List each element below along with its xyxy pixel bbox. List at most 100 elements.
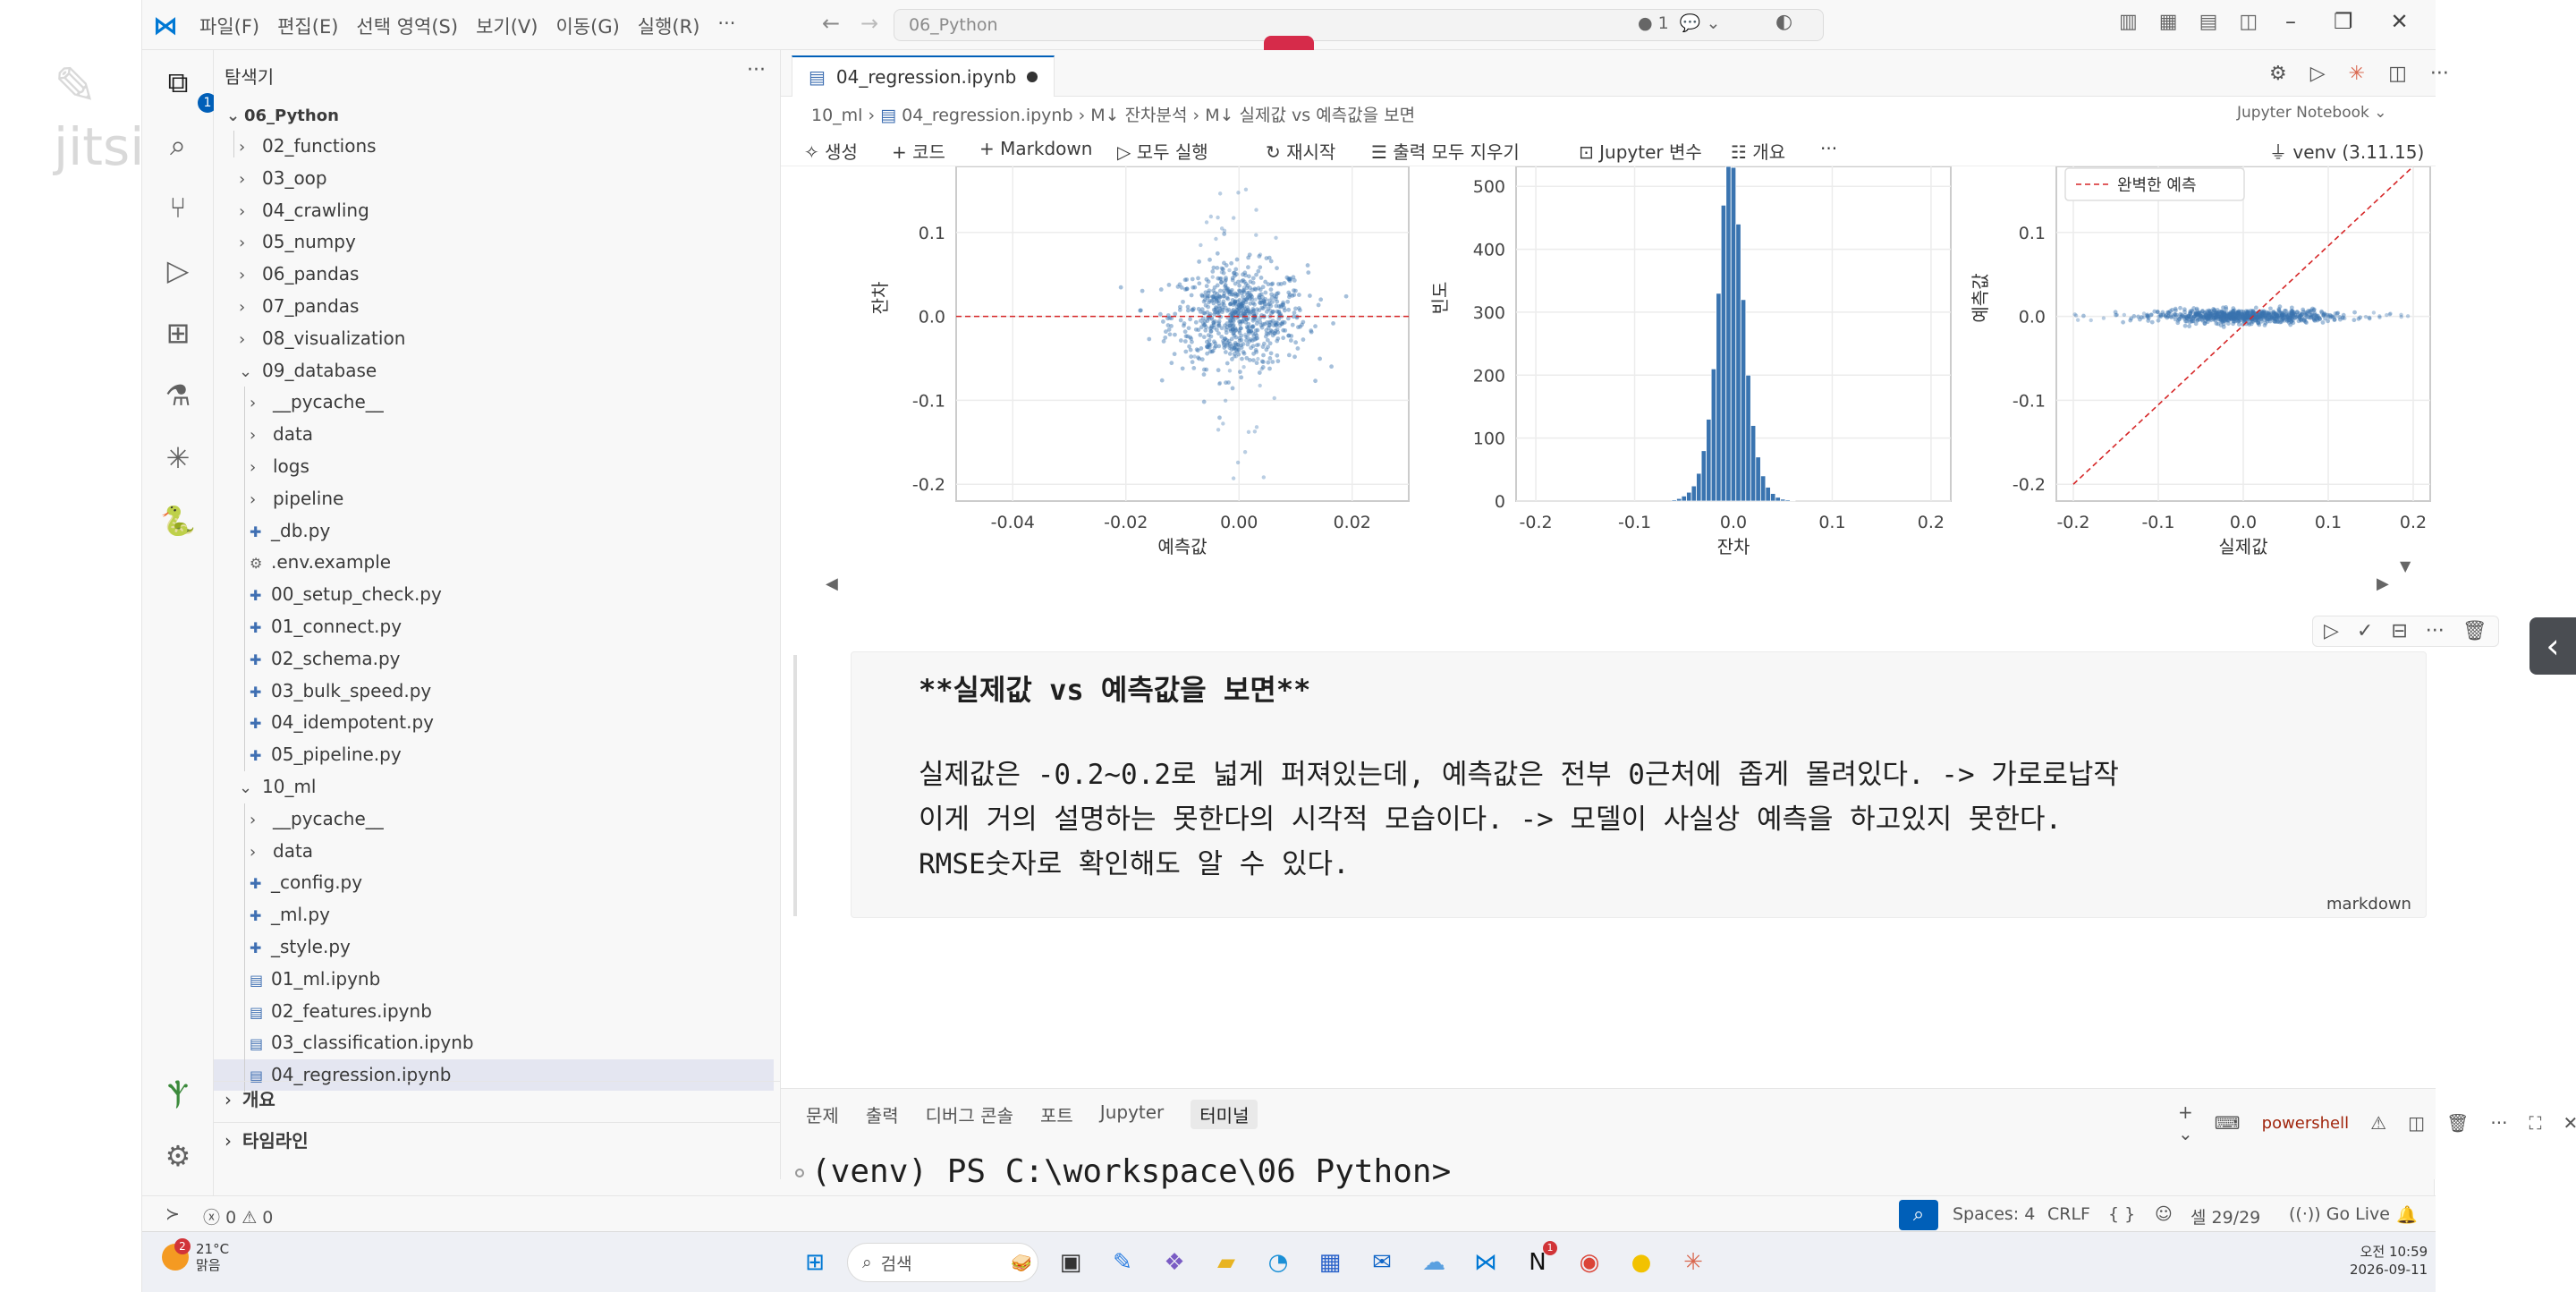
restart-button[interactable]: ↻ 재시작 — [1266, 138, 1335, 164]
tree-file[interactable]: ▤ 01_ml.ipynb — [214, 964, 781, 995]
forward-arrow-icon[interactable]: → — [860, 11, 878, 36]
claude-action-icon[interactable]: ✳ — [2349, 63, 2365, 85]
tab-04-regression[interactable]: ▤ 04_regression.ipynb — [792, 55, 1055, 97]
chat-icon[interactable]: 💬 — [1680, 13, 1701, 33]
tree-file[interactable]: ▤ 03_classification.ipynb — [214, 1027, 781, 1058]
check-icon[interactable]: ✓ — [2357, 620, 2373, 642]
tree-folder[interactable]: › 03_oop — [214, 163, 781, 194]
tree-folder[interactable]: › 04_crawling — [214, 195, 781, 226]
tree-file[interactable]: ✚ 04_idempotent.py — [214, 707, 781, 738]
toolbar-more-button[interactable]: ··· — [1820, 138, 1837, 159]
tree-file[interactable]: ✚ _db.py — [214, 515, 781, 547]
changes-indicator[interactable]: ● 1 💬 ⌄ — [1638, 13, 1720, 33]
tree-folder[interactable]: › __pycache__ — [214, 387, 781, 418]
new-terminal-icon[interactable]: + ⌄ — [2178, 1101, 2193, 1144]
more-actions-icon[interactable]: ··· — [2430, 63, 2449, 85]
claude-icon[interactable]: ✳ — [158, 438, 198, 478]
tree-folder[interactable]: ⌄ 09_database — [214, 355, 781, 387]
tree-file[interactable]: ✚ 05_pipeline.py — [214, 739, 781, 770]
edge-browser-icon[interactable]: ◔ — [1258, 1243, 1298, 1282]
menu-view[interactable]: 보기(V) — [476, 13, 538, 39]
tab-debug-console[interactable]: 디버그 콘솔 — [926, 1101, 1013, 1129]
chevron-left-icon[interactable]: ‹ — [2529, 617, 2576, 675]
split-cell-icon[interactable]: ⊟ — [2391, 620, 2407, 642]
gear-icon[interactable]: ⚙ — [2269, 63, 2287, 85]
zoom-icon[interactable]: ⌕ — [1899, 1200, 1938, 1230]
system-clock[interactable]: 오전 10:59 2026-09-11 — [2350, 1243, 2428, 1279]
tree-folder[interactable]: › 05_numpy — [214, 226, 781, 258]
generate-button[interactable]: ✧ 생성 — [804, 138, 858, 164]
tree-file[interactable]: ✚ 03_bulk_speed.py — [214, 676, 781, 707]
run-debug-icon[interactable]: ▷ — [158, 251, 198, 290]
weather-widget[interactable]: 2 21°C 맑음 — [162, 1238, 229, 1273]
copilot-app-icon[interactable]: ☁ — [1414, 1243, 1453, 1282]
tree-file[interactable]: ✚ _style.py — [214, 931, 781, 963]
tree-folder[interactable]: › data — [214, 836, 781, 867]
timeline-section[interactable]: › 타임라인 — [214, 1122, 781, 1158]
outlook-app-icon[interactable]: ✉ — [1362, 1243, 1402, 1282]
run-all-button[interactable]: ▷ 모두 실행 — [1117, 138, 1208, 164]
remote-icon[interactable]: Ⲯ — [158, 1074, 198, 1113]
tree-folder[interactable]: › 08_visualization — [214, 323, 781, 354]
cell-language-tag[interactable]: markdown — [2326, 895, 2411, 914]
kakaotalk-app-icon[interactable]: ● — [1622, 1243, 1661, 1282]
add-code-button[interactable]: + 코드 — [892, 138, 945, 164]
minimize-icon[interactable]: – — [2285, 9, 2296, 34]
tab-ports[interactable]: 포트 — [1040, 1101, 1073, 1129]
terminal-shell-label[interactable]: powershell — [2262, 1114, 2350, 1133]
tree-folder[interactable]: › 02_functions — [214, 131, 781, 162]
copilot-icon[interactable]: ◐ — [1775, 11, 1792, 33]
menu-file[interactable]: 파일(F) — [199, 13, 259, 39]
eol-status[interactable]: CRLF — [2047, 1204, 2090, 1224]
python-icon[interactable]: 🐍 — [158, 501, 198, 540]
vscode-app-icon[interactable]: ⋈ — [1466, 1243, 1505, 1282]
hwp-app-icon[interactable]: ❖ — [1155, 1243, 1194, 1282]
taskbar-search[interactable]: ⌕ 검색 🥪 — [847, 1243, 1038, 1282]
menu-run[interactable]: 실행(R) — [638, 13, 700, 39]
tab-jupyter[interactable]: Jupyter — [1100, 1101, 1164, 1129]
source-control-icon[interactable]: ⑂ — [158, 188, 198, 227]
more-icon[interactable]: ··· — [2426, 620, 2445, 642]
cell-position-status[interactable]: 셀 29/29 — [2190, 1204, 2260, 1228]
run-icon[interactable]: ▷ — [2310, 63, 2326, 85]
copilot-status-icon[interactable]: ☺ — [2155, 1204, 2173, 1224]
tab-terminal[interactable]: 터미널 — [1191, 1100, 1258, 1129]
delete-icon[interactable]: 🗑 — [2462, 620, 2487, 642]
maximize-panel-icon[interactable]: ⛶ — [2529, 1112, 2541, 1134]
split-terminal-icon[interactable]: ◫ — [2408, 1112, 2425, 1134]
tree-folder[interactable]: › __pycache__ — [214, 803, 781, 835]
outline-section[interactable]: › 개요 — [214, 1081, 781, 1117]
run-cell-icon[interactable]: ▷ — [2324, 620, 2339, 642]
tree-folder[interactable]: › pipeline — [214, 483, 781, 514]
back-arrow-icon[interactable]: ← — [822, 11, 840, 36]
tree-folder[interactable]: › 07_pandas — [214, 291, 781, 322]
explorer-icon[interactable]: ⧉ 1 — [158, 63, 217, 113]
menu-edit[interactable]: 편집(E) — [277, 13, 338, 39]
tree-folder[interactable]: › 06_pandas — [214, 259, 781, 290]
tree-folder[interactable]: › data — [214, 419, 781, 450]
jupyter-variables-button[interactable]: ⊡ Jupyter 변수 — [1579, 138, 1702, 164]
tree-folder[interactable]: › logs — [214, 451, 781, 482]
store-app-icon[interactable]: ▦ — [1310, 1243, 1350, 1282]
tree-file[interactable]: ⚙ .env.example — [214, 547, 781, 578]
tree-folder[interactable]: ⌄ 10_ml — [214, 771, 781, 803]
indentation-status[interactable]: Spaces: 4 — [1953, 1204, 2035, 1224]
settings-gear-icon[interactable]: ⚙ — [158, 1136, 198, 1176]
more-actions-icon[interactable]: ··· — [747, 59, 766, 81]
kill-terminal-icon[interactable]: 🗑 — [2446, 1112, 2469, 1134]
tab-problems[interactable]: 문제 — [806, 1101, 839, 1129]
notebook-type-label[interactable]: Jupyter Notebook ⌄ — [2237, 104, 2387, 122]
restore-icon[interactable]: ❐ — [2334, 9, 2353, 34]
unsaved-dot-icon[interactable] — [1027, 72, 1038, 82]
breadcrumb-cell[interactable]: M↓ 실제값 vs 예측값을 보면 — [1205, 106, 1415, 125]
notifications-bell-icon[interactable]: 🔔 — [2396, 1204, 2418, 1225]
terminal-prompt[interactable]: (venv) PS C:\workspace\06 Python> — [795, 1153, 1451, 1190]
tree-file[interactable]: ✚ 01_connect.py — [214, 611, 781, 642]
language-braces-status[interactable]: { } — [2108, 1204, 2135, 1224]
testing-icon[interactable]: ⚗ — [158, 376, 198, 415]
chrome-app-icon[interactable]: ◉ — [1570, 1243, 1609, 1282]
tree-file[interactable]: ▤ 02_features.ipynb — [214, 996, 781, 1027]
file-explorer-icon[interactable]: ▰ — [1207, 1243, 1246, 1282]
tree-root[interactable]: ⌄ 06_Python — [214, 100, 781, 132]
tab-output[interactable]: 출력 — [866, 1101, 899, 1129]
